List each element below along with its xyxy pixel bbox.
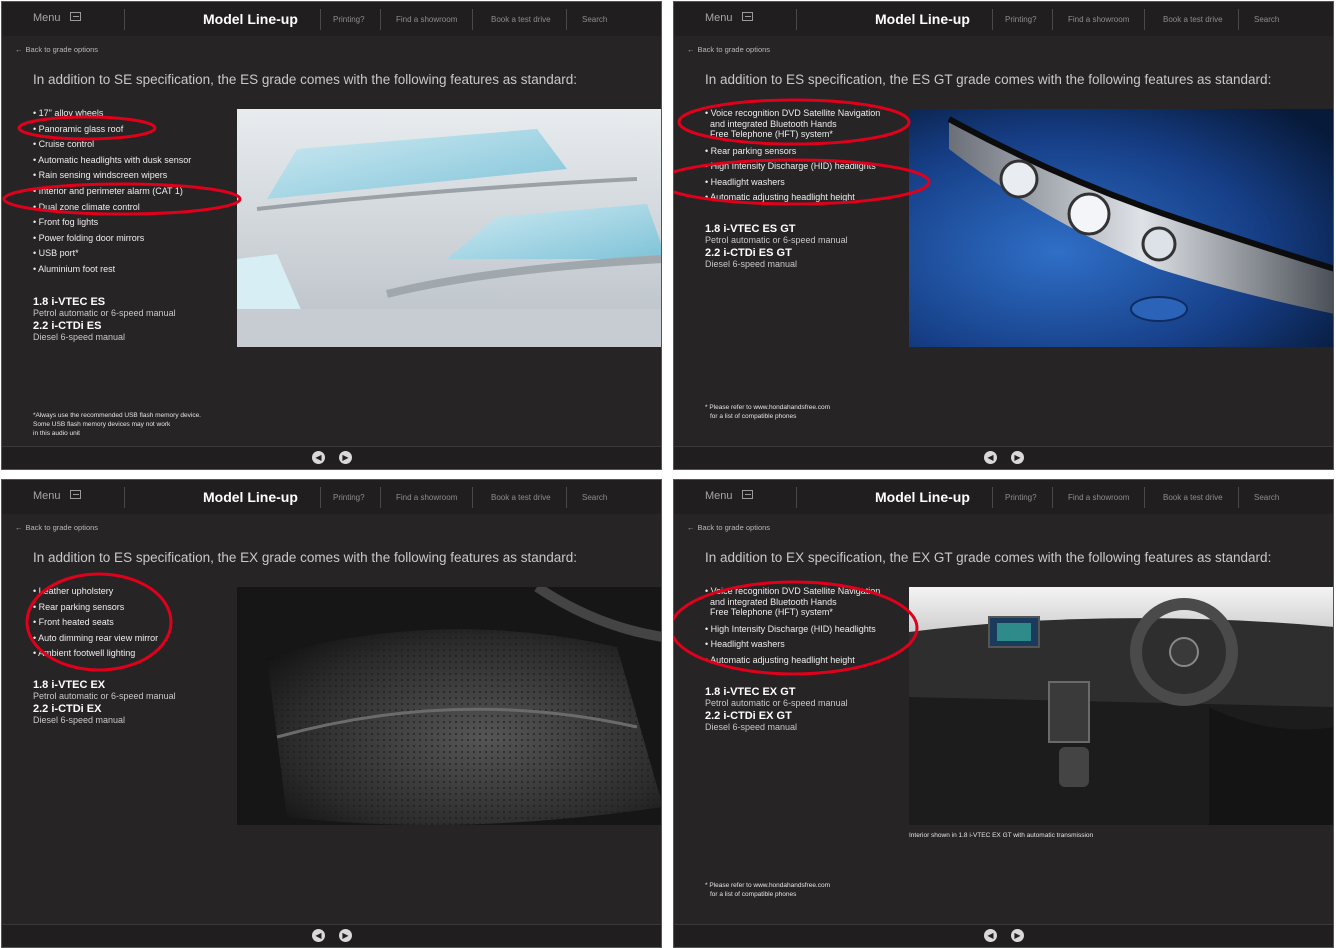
ex-grade-panel: Menu Model Line-up Printing? Find a show…: [1, 479, 662, 948]
highlight-oval: [677, 98, 911, 146]
annotation-ovals: [25, 572, 173, 672]
ex-gt-grade-panel: Menu Model Line-up Printing? Find a show…: [673, 479, 1334, 948]
highlight-oval: [17, 115, 157, 141]
annotation-ovals: [674, 98, 931, 206]
highlight-oval: [674, 158, 931, 206]
es-gt-grade-panel: Menu Model Line-up Printing? Find a show…: [673, 1, 1334, 470]
annotation-ovals: [674, 580, 919, 676]
highlight-oval: [2, 182, 242, 216]
highlight-oval: [674, 580, 919, 676]
highlight-oval: [25, 572, 173, 672]
es-grade-panel: Menu Model Line-up Printing? Find a show…: [1, 1, 662, 470]
annotation-ovals: [2, 115, 242, 216]
